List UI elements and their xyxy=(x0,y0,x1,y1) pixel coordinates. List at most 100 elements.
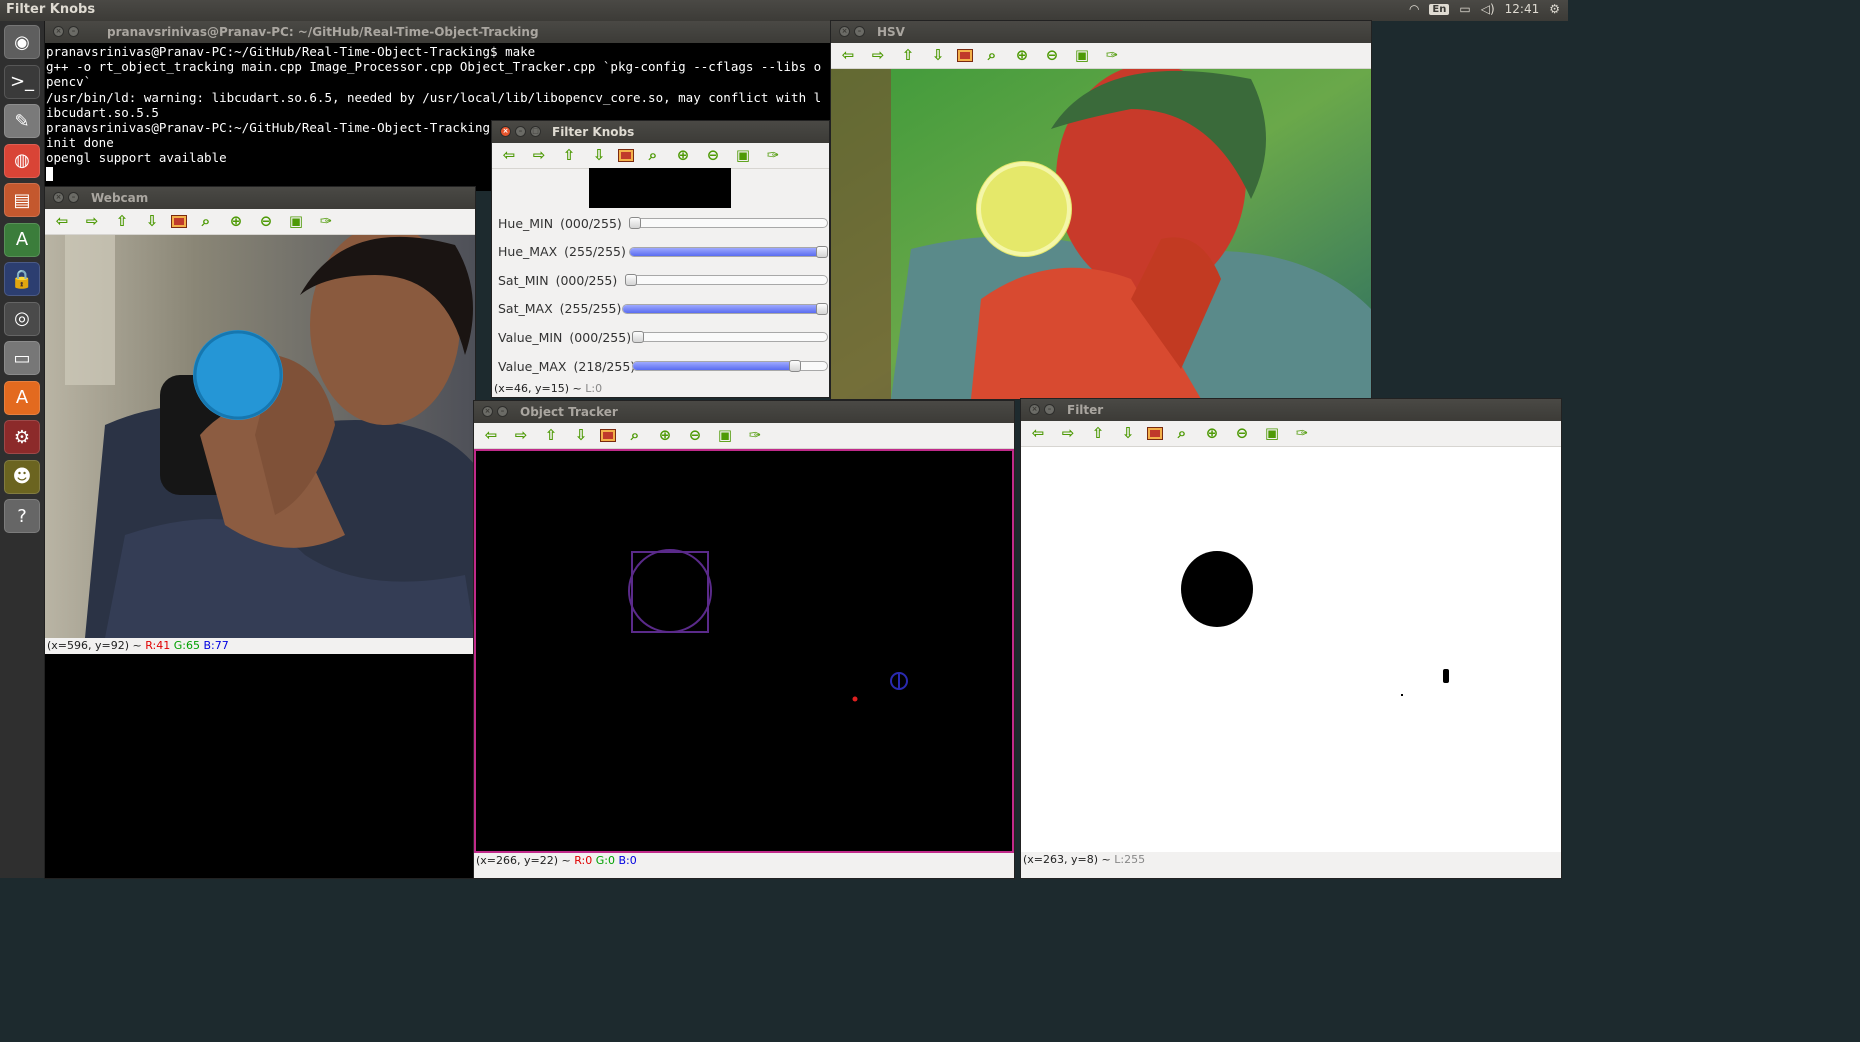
dash-home-icon[interactable]: ◉ xyxy=(4,25,40,59)
pan-left-icon[interactable]: ⇦ xyxy=(837,46,859,66)
pan-right-icon[interactable]: ⇨ xyxy=(867,46,889,66)
save-icon[interactable]: ▣ xyxy=(732,146,754,166)
zoom-out-icon[interactable]: ⊖ xyxy=(1231,424,1253,444)
object-tracker-image[interactable] xyxy=(474,449,1014,853)
wifi-icon[interactable]: ◠ xyxy=(1409,2,1419,16)
pan-left-icon[interactable]: ⇦ xyxy=(51,212,73,232)
pan-down-icon[interactable]: ⇩ xyxy=(141,212,163,232)
volume-icon[interactable]: ◁) xyxy=(1481,2,1495,16)
zoom-in-icon[interactable]: ⊕ xyxy=(1201,424,1223,444)
properties-icon[interactable]: ✑ xyxy=(1101,46,1123,66)
text-editor-icon[interactable]: ✎ xyxy=(4,104,40,138)
close-icon[interactable]: × xyxy=(500,126,511,137)
save-icon[interactable]: ▣ xyxy=(1071,46,1093,66)
object-tracker-titlebar[interactable]: × – Object Tracker xyxy=(474,401,1014,423)
terminal-titlebar[interactable]: × – pranavsrinivas@Pranav-PC: ~/GitHub/Re… xyxy=(45,21,831,43)
chrome-icon[interactable]: ◍ xyxy=(4,143,40,178)
hsv-titlebar[interactable]: × – HSV xyxy=(831,21,1371,43)
save-icon[interactable]: ▣ xyxy=(1261,424,1283,444)
zoom-out-icon[interactable]: ⊖ xyxy=(1041,46,1063,66)
slider-track[interactable] xyxy=(632,331,828,344)
slider-track[interactable] xyxy=(632,360,828,372)
minimize-icon[interactable]: – xyxy=(1044,404,1055,415)
zoom-in-icon[interactable]: ⊕ xyxy=(654,426,676,446)
zoom-fit-icon[interactable] xyxy=(171,215,187,228)
zoom-original-icon[interactable]: ⌕ xyxy=(195,212,217,232)
lock-icon[interactable]: 🔒 xyxy=(4,262,40,296)
close-icon[interactable]: × xyxy=(53,192,64,203)
maximize-icon[interactable]: □ xyxy=(530,126,541,137)
help-icon[interactable]: ? xyxy=(4,499,40,533)
battery-icon[interactable]: ▭ xyxy=(1459,2,1470,16)
webcam-image[interactable] xyxy=(45,235,475,638)
close-icon[interactable]: × xyxy=(482,406,493,417)
settings-icon[interactable]: ⚙ xyxy=(4,420,40,454)
zoom-in-icon[interactable]: ⊕ xyxy=(672,146,694,166)
save-icon[interactable]: ▣ xyxy=(714,426,736,446)
zoom-out-icon[interactable]: ⊖ xyxy=(702,146,724,166)
pan-left-icon[interactable]: ⇦ xyxy=(1027,424,1049,444)
pan-right-icon[interactable]: ⇨ xyxy=(81,212,103,232)
pan-up-icon[interactable]: ⇧ xyxy=(540,426,562,446)
slider-track[interactable] xyxy=(629,245,828,258)
drive-icon[interactable]: ▭ xyxy=(4,341,40,375)
power-icon[interactable]: ⚙ xyxy=(1549,2,1560,16)
pan-right-icon[interactable]: ⇨ xyxy=(510,426,532,446)
clock[interactable]: 12:41 xyxy=(1505,2,1540,16)
zoom-fit-icon[interactable] xyxy=(618,149,634,162)
pan-up-icon[interactable]: ⇧ xyxy=(897,46,919,66)
zoom-fit-icon[interactable] xyxy=(1147,427,1163,440)
zoom-original-icon[interactable]: ⌕ xyxy=(624,426,646,446)
properties-icon[interactable]: ✑ xyxy=(315,212,337,232)
close-icon[interactable]: × xyxy=(1029,404,1040,415)
zoom-in-icon[interactable]: ⊕ xyxy=(1011,46,1033,66)
webcam-icon[interactable]: ◎ xyxy=(4,301,40,336)
pan-left-icon[interactable]: ⇦ xyxy=(480,426,502,446)
properties-icon[interactable]: ✑ xyxy=(1291,424,1313,444)
hsv-image[interactable] xyxy=(831,69,1371,399)
pan-right-icon[interactable]: ⇨ xyxy=(528,146,550,166)
slider-handle[interactable] xyxy=(816,302,828,315)
minimize-icon[interactable]: – xyxy=(68,26,79,37)
save-icon[interactable]: ▣ xyxy=(285,212,307,232)
software-updater-icon[interactable]: A xyxy=(4,222,40,257)
close-icon[interactable]: × xyxy=(839,26,850,37)
software-center-icon[interactable]: A xyxy=(4,380,40,415)
minimize-icon[interactable]: – xyxy=(497,406,508,417)
terminal-icon[interactable]: >_ xyxy=(4,64,40,99)
pan-down-icon[interactable]: ⇩ xyxy=(570,426,592,446)
slider-track[interactable] xyxy=(625,274,828,287)
close-icon[interactable]: × xyxy=(53,26,64,37)
pan-left-icon[interactable]: ⇦ xyxy=(498,146,520,166)
slider-track[interactable] xyxy=(622,302,828,315)
zoom-in-icon[interactable]: ⊕ xyxy=(225,212,247,232)
file-manager-icon[interactable]: ▤ xyxy=(4,183,40,217)
minimize-icon[interactable]: – xyxy=(68,192,79,203)
minimize-icon[interactable]: – xyxy=(515,126,526,137)
slider-handle[interactable] xyxy=(816,245,828,258)
pan-down-icon[interactable]: ⇩ xyxy=(1117,424,1139,444)
keyboard-layout-indicator[interactable]: En xyxy=(1429,3,1450,15)
filter-knobs-preview[interactable] xyxy=(589,168,731,208)
filter-knobs-titlebar[interactable]: × – □ Filter Knobs xyxy=(492,121,829,143)
pan-right-icon[interactable]: ⇨ xyxy=(1057,424,1079,444)
zoom-original-icon[interactable]: ⌕ xyxy=(1171,424,1193,444)
slider-track[interactable] xyxy=(629,217,828,229)
slider-handle[interactable] xyxy=(625,274,637,287)
pan-up-icon[interactable]: ⇧ xyxy=(1087,424,1109,444)
zoom-out-icon[interactable]: ⊖ xyxy=(684,426,706,446)
zoom-out-icon[interactable]: ⊖ xyxy=(255,212,277,232)
slider-handle[interactable] xyxy=(629,217,641,229)
zoom-fit-icon[interactable] xyxy=(957,49,973,62)
webcam-titlebar[interactable]: × – Webcam xyxy=(45,187,475,209)
minimize-icon[interactable]: – xyxy=(854,26,865,37)
slider-handle[interactable] xyxy=(632,331,644,344)
filter-titlebar[interactable]: × – Filter xyxy=(1021,399,1561,421)
properties-icon[interactable]: ✑ xyxy=(762,146,784,166)
slider-handle[interactable] xyxy=(789,360,802,372)
pan-up-icon[interactable]: ⇧ xyxy=(111,212,133,232)
zoom-original-icon[interactable]: ⌕ xyxy=(642,146,664,166)
pan-up-icon[interactable]: ⇧ xyxy=(558,146,580,166)
properties-icon[interactable]: ✑ xyxy=(744,426,766,446)
pan-down-icon[interactable]: ⇩ xyxy=(588,146,610,166)
